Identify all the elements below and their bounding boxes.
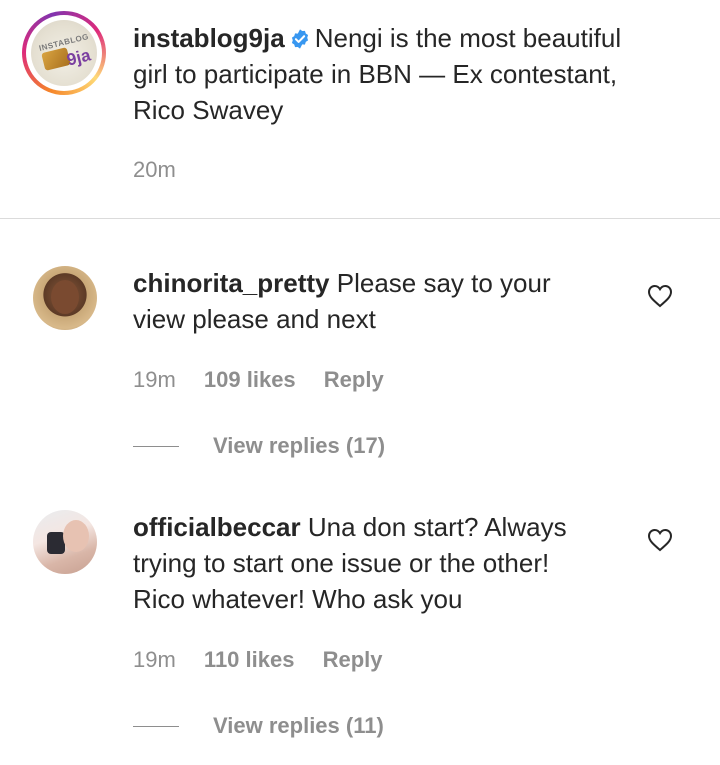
comment-text: chinorita_pretty Please say to your view…: [133, 265, 551, 337]
divider: [0, 218, 720, 219]
caption-text-line3: Rico Swavey: [133, 95, 284, 125]
comment-meta: 19m 110 likes Reply: [133, 647, 405, 673]
comment-likes[interactable]: 109 likes: [204, 367, 296, 393]
caption-text-line2: girl to participate in BBN — Ex contesta…: [133, 59, 618, 89]
post-username[interactable]: instablog9ja: [133, 23, 285, 53]
instablog9ja-logo: INSTABLOG 9ja: [31, 20, 97, 86]
post-caption: instablog9ja Nengi is the most beautiful…: [133, 20, 621, 128]
reply-button[interactable]: Reply: [323, 647, 383, 673]
comment-meta: 19m 109 likes Reply: [133, 367, 406, 393]
replies-line: [133, 446, 179, 447]
comment-username[interactable]: officialbeccar: [133, 512, 301, 542]
caption-text-line1: Nengi is the most beautiful: [314, 23, 622, 53]
comment-body-line1: Please say to your: [336, 268, 551, 298]
post-meta: 20m: [133, 157, 198, 183]
view-replies-button[interactable]: View replies (11): [133, 713, 384, 739]
heart-outline-icon[interactable]: [647, 284, 673, 308]
post-avatar[interactable]: INSTABLOG 9ja: [22, 11, 106, 95]
comment-timestamp: 19m: [133, 367, 176, 392]
comment-likes[interactable]: 110 likes: [204, 647, 295, 673]
comment-body-line1: Una don start? Always: [307, 512, 567, 542]
comment-username[interactable]: chinorita_pretty: [133, 268, 330, 298]
heart-outline-icon[interactable]: [647, 528, 673, 552]
view-replies-button[interactable]: View replies (17): [133, 433, 385, 459]
comment-avatar[interactable]: [33, 510, 97, 574]
comment-body-line3: Rico whatever! Who ask you: [133, 584, 463, 614]
verified-badge-icon: [291, 29, 308, 49]
replies-line: [133, 726, 179, 727]
comment-timestamp: 19m: [133, 647, 176, 672]
comment-body-line2: trying to start one issue or the other!: [133, 548, 550, 578]
reply-button[interactable]: Reply: [324, 367, 384, 393]
comment-avatar[interactable]: [33, 266, 97, 330]
comment-body-line2: view please and next: [133, 304, 376, 334]
comment-text: officialbeccar Una don start? Always try…: [133, 509, 567, 617]
post-timestamp: 20m: [133, 157, 176, 182]
